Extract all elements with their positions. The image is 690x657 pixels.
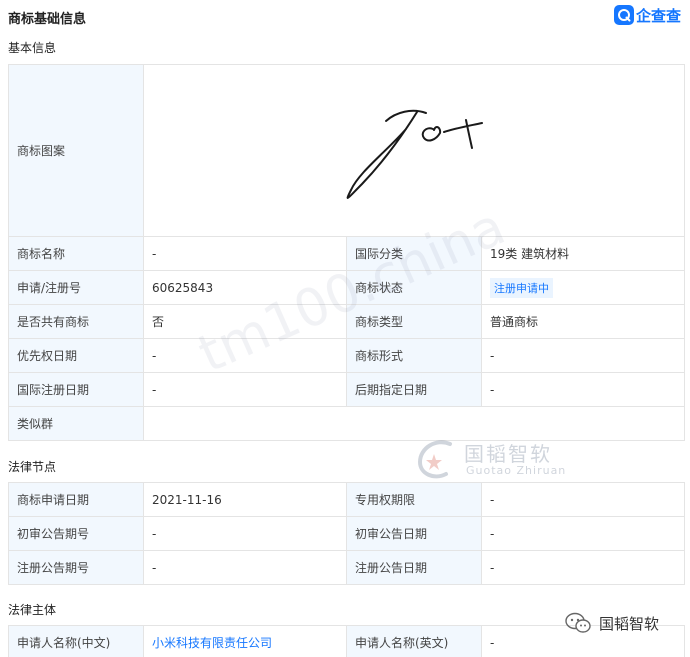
trademark-image-row: 商标图案 [8,64,686,237]
watermark-logo-en: Guotao Zhiruan [466,464,567,477]
legal-nodes-section-title: 法律节点 [8,460,57,474]
table-row: 商标申请日期 2021-11-16 专用权期限 - [8,482,685,517]
watermark-logo-cn: 国韬智软 [464,442,552,466]
applicant-name-cn-link[interactable]: 小米科技有限责任公司 [152,636,272,650]
trademark-signature-image[interactable] [144,66,685,236]
subsequent-designation-date-label: 后期指定日期 [346,372,482,407]
table-row: 注册公告期号 - 注册公告日期 - [8,550,685,585]
priority-date-label: 优先权日期 [8,338,144,373]
preliminary-announcement-date-label: 初审公告日期 [346,516,482,551]
trademark-image-cell [142,64,686,237]
applicant-name-cn-label: 申请人名称(中文) [8,625,144,657]
page-title: 商标基础信息 [8,12,87,27]
status-badge: 注册申请中 [490,277,553,298]
preliminary-announcement-date-value: - [481,516,685,551]
exclusive-right-period-label: 专用权期限 [346,482,482,517]
international-class-label: 国际分类 [346,236,482,271]
preliminary-announcement-number-label: 初审公告期号 [8,516,144,551]
similar-group-value [142,406,686,441]
international-registration-date-label: 国际注册日期 [8,372,144,407]
wechat-account-badge: 国韬智软 [565,612,659,634]
trademark-status-label: 商标状态 [346,270,482,305]
table-row: 是否共有商标 否 商标类型 普通商标 [8,304,686,339]
qichacha-logo-text: 企查查 [636,6,682,25]
trademark-type-label: 商标类型 [346,304,482,339]
table-row: 初审公告期号 - 初审公告日期 - [8,516,685,551]
trademark-name-label: 商标名称 [8,236,144,271]
watermark-logo: 国韬智软 Guotao Zhiruan [412,436,572,484]
trademark-type-value: 普通商标 [480,304,686,339]
trademark-status-cell: 注册申请中 [480,270,686,305]
registration-announcement-number-value: - [143,550,347,585]
table-row: 商标名称 - 国际分类 19类 建筑材料 [8,236,686,271]
registration-announcement-date-value: - [481,550,685,585]
registration-announcement-number-label: 注册公告期号 [8,550,144,585]
trademark-name-value: - [143,236,347,271]
registration-number-label: 申请/注册号 [8,270,144,305]
shared-trademark-label: 是否共有商标 [8,304,144,339]
shared-trademark-value: 否 [143,304,347,339]
table-row: 国际注册日期 - 后期指定日期 - [8,372,686,407]
wechat-account-name: 国韬智软 [599,614,660,633]
wechat-icon [565,612,591,633]
application-date-value: 2021-11-16 [143,482,347,517]
preliminary-announcement-number-value: - [143,516,347,551]
qichacha-logo[interactable]: 企查查 [614,4,681,26]
table-row: 申请/注册号 60625843 商标状态 注册申请中 [8,270,686,305]
trademark-form-label: 商标形式 [346,338,482,373]
table-row: 优先权日期 - 商标形式 - [8,338,686,373]
applicant-name-cn-cell: 小米科技有限责任公司 [143,625,347,657]
page-header: 商标基础信息 企查查 [0,0,690,34]
trademark-form-value: - [480,338,686,373]
qichacha-logo-icon [614,5,634,25]
legal-subject-section-title: 法律主体 [8,603,57,617]
basic-info-section-title: 基本信息 [8,41,57,55]
table-row: 类似群 [8,406,686,441]
subsequent-designation-date-value: - [480,372,686,407]
application-date-label: 商标申请日期 [8,482,144,517]
international-registration-date-value: - [143,372,347,407]
international-class-value: 19类 建筑材料 [480,236,686,271]
trademark-image-label: 商标图案 [8,64,144,237]
similar-group-label: 类似群 [8,406,144,441]
watermark-logo-icon [417,440,452,479]
registration-number-value: 60625843 [143,270,347,305]
priority-date-value: - [143,338,347,373]
legal-nodes-table: 商标申请日期 2021-11-16 专用权期限 - 初审公告期号 - 初审公告日… [8,482,685,585]
applicant-name-en-label: 申请人名称(英文) [346,625,482,657]
registration-announcement-date-label: 注册公告日期 [346,550,482,585]
basic-info-table: 商标图案 商标名称 - 国际分类 19类 建筑材料 申请/注册号 6062584… [8,64,686,441]
exclusive-right-period-value: - [481,482,685,517]
